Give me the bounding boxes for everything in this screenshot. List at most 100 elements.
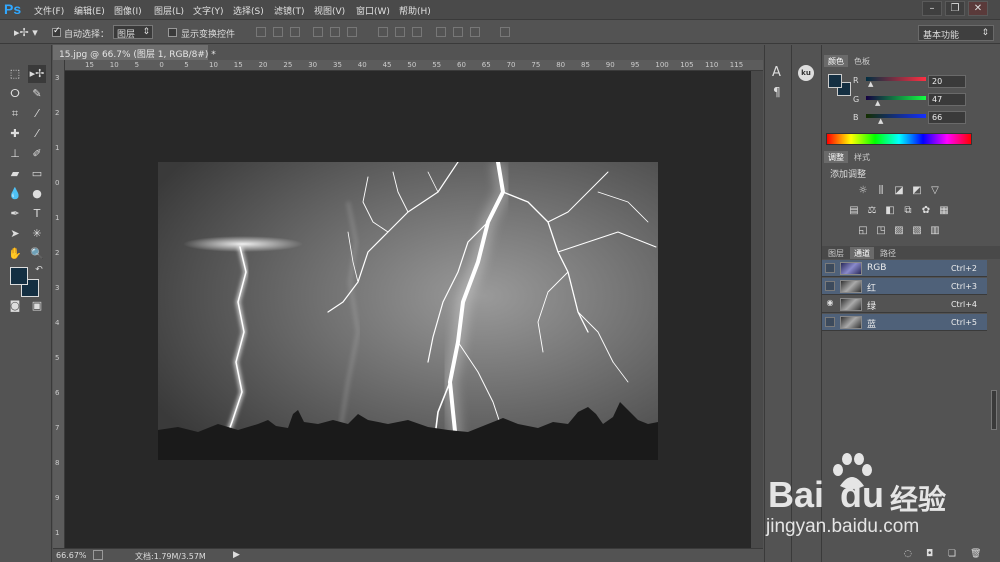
type-tool-icon[interactable]: T — [28, 205, 46, 223]
menu-file[interactable]: 文件(F) — [34, 4, 64, 17]
marquee-tool-icon[interactable]: ⬚ — [6, 65, 24, 83]
distribute-vcenter-icon[interactable] — [395, 27, 405, 37]
eyedropper-tool-icon[interactable]: ⁄ — [28, 105, 46, 123]
gradient-tool-icon[interactable]: ▭ — [28, 165, 46, 183]
color-fg-swatch[interactable] — [828, 74, 842, 88]
shape-tool-icon[interactable]: ✳ — [28, 225, 46, 243]
vertical-ruler[interactable]: 3 2 1 0 1 2 3 4 5 6 7 8 9 1 — [53, 60, 65, 548]
pen-tool-icon[interactable]: ✒ — [6, 205, 24, 223]
channel-row-red[interactable]: 红 Ctrl+3 — [822, 278, 987, 295]
menu-help[interactable]: 帮助(H) — [399, 4, 431, 17]
distribute-left-icon[interactable] — [436, 27, 446, 37]
align-right-icon[interactable] — [347, 27, 357, 37]
lasso-tool-icon[interactable]: ⵔ — [6, 85, 24, 103]
menu-edit[interactable]: 编辑(E) — [74, 4, 105, 17]
channel-row-blue[interactable]: 蓝 Ctrl+5 — [822, 314, 987, 331]
tab-styles[interactable]: 样式 — [850, 151, 874, 163]
r-value-input[interactable]: 20 — [928, 75, 966, 88]
close-icon[interactable]: ✕ — [968, 1, 988, 16]
align-bottom-icon[interactable] — [290, 27, 300, 37]
visibility-toggle-icon[interactable] — [825, 281, 835, 291]
tab-channels[interactable]: 通道 — [850, 247, 874, 259]
restore-icon[interactable]: ❐ — [945, 1, 965, 16]
vibrance-icon[interactable]: ▽ — [929, 185, 941, 197]
color-balance-icon[interactable]: ⚖ — [866, 205, 878, 217]
distribute-right-icon[interactable] — [470, 27, 480, 37]
tab-paths[interactable]: 路径 — [876, 247, 900, 259]
brush-tool-icon[interactable]: ⁄ — [28, 125, 46, 143]
menu-image[interactable]: 图像(I) — [114, 4, 142, 17]
channel-row-green[interactable]: ◉ 绿 Ctrl+4 — [822, 296, 987, 313]
healing-brush-icon[interactable]: ✚ — [6, 125, 24, 143]
distribute-top-icon[interactable] — [378, 27, 388, 37]
b-slider-thumb-icon[interactable]: ▲ — [878, 117, 883, 125]
menu-type[interactable]: 文字(Y) — [193, 4, 224, 17]
status-icon[interactable] — [93, 550, 103, 560]
photo-filter-icon[interactable]: ⧉ — [902, 205, 914, 217]
r-slider-thumb-icon[interactable]: ▲ — [868, 80, 873, 88]
distribute-bottom-icon[interactable] — [412, 27, 422, 37]
g-slider-thumb-icon[interactable]: ▲ — [875, 99, 880, 107]
b-value-input[interactable]: 66 — [928, 111, 966, 124]
tab-swatches[interactable]: 色板 — [850, 55, 874, 67]
hand-tool-icon[interactable]: ✋ — [6, 245, 24, 263]
horizontal-ruler[interactable]: 15 10 5 0 5 10 15 20 25 30 35 40 45 50 55 60 65 70 75 80 85 9… — [65, 60, 763, 71]
menu-select[interactable]: 选择(S) — [233, 4, 264, 17]
workspace-dropdown[interactable]: 基本功能 ⇕ — [918, 25, 994, 41]
channels-scrollbar[interactable] — [991, 390, 997, 430]
history-brush-icon[interactable]: ✐ — [28, 145, 46, 163]
auto-select-dropdown[interactable]: 图层 ⇕ — [113, 25, 153, 40]
visibility-toggle-icon[interactable] — [825, 317, 835, 327]
document-tab[interactable]: 15.jpg @ 66.7% (图层 1, RGB/8#) * — [53, 45, 216, 60]
align-left-icon[interactable] — [313, 27, 323, 37]
align-top-icon[interactable] — [256, 27, 266, 37]
invert-icon[interactable]: ◱ — [857, 225, 869, 237]
move-tool-icon[interactable]: ▸✢ ▾ — [14, 26, 38, 39]
align-vcenter-icon[interactable] — [273, 27, 283, 37]
screen-mode-icon[interactable]: ▣ — [28, 297, 46, 315]
hue-sat-icon[interactable]: ▤ — [848, 205, 860, 217]
auto-select-checkbox[interactable]: ✓ — [52, 26, 61, 37]
show-transform-checkbox[interactable] — [168, 28, 177, 37]
eye-icon[interactable]: ◉ — [825, 299, 835, 309]
crop-tool-icon[interactable]: ⌗ — [6, 105, 24, 123]
posterize-icon[interactable]: ◳ — [875, 225, 887, 237]
selective-color-icon[interactable]: ▧ — [911, 225, 923, 237]
menu-layer[interactable]: 图层(L) — [154, 4, 184, 17]
levels-icon[interactable]: ⫼ — [875, 185, 887, 197]
clone-stamp-icon[interactable]: ⊥ — [6, 145, 24, 163]
menu-filter[interactable]: 滤镜(T) — [274, 4, 305, 17]
quick-mask-icon[interactable]: ◙ — [6, 297, 24, 315]
channel-row-rgb[interactable]: RGB Ctrl+2 — [822, 260, 987, 277]
g-value-input[interactable]: 47 — [928, 93, 966, 106]
menu-view[interactable]: 视图(V) — [314, 4, 345, 17]
quick-select-tool-icon[interactable]: ✎ — [28, 85, 46, 103]
auto-align-icon[interactable] — [500, 27, 510, 37]
menu-window[interactable]: 窗口(W) — [356, 4, 390, 17]
tab-layers[interactable]: 图层 — [824, 247, 848, 259]
black-white-icon[interactable]: ◧ — [884, 205, 896, 217]
blur-tool-icon[interactable]: 💧 — [6, 185, 24, 203]
color-lookup-icon[interactable]: ▦ — [938, 205, 950, 217]
minimize-icon[interactable]: – — [922, 1, 942, 16]
brightness-icon[interactable]: ☼ — [857, 185, 869, 197]
curves-icon[interactable]: ◪ — [893, 185, 905, 197]
kuler-icon[interactable]: ku — [798, 65, 814, 81]
visibility-toggle-icon[interactable] — [825, 263, 835, 273]
dodge-tool-icon[interactable]: ● — [28, 185, 46, 203]
paragraph-panel-icon[interactable]: ¶ — [773, 85, 781, 99]
b-slider[interactable] — [866, 114, 926, 118]
character-panel-icon[interactable]: A — [772, 65, 781, 80]
align-hcenter-icon[interactable] — [330, 27, 340, 37]
tab-color[interactable]: 颜色 — [824, 55, 848, 67]
eraser-tool-icon[interactable]: ▰ — [6, 165, 24, 183]
r-slider[interactable] — [866, 77, 926, 81]
swap-colors-icon[interactable]: ↶ — [30, 261, 48, 279]
move-tool-icon[interactable]: ▸✢ — [28, 65, 46, 83]
lightning-image[interactable] — [158, 162, 658, 460]
threshold-icon[interactable]: ▨ — [893, 225, 905, 237]
tab-adjustments[interactable]: 调整 — [824, 151, 848, 163]
exposure-icon[interactable]: ◩ — [911, 185, 923, 197]
foreground-color-swatch[interactable] — [10, 267, 28, 285]
gradient-map-icon[interactable]: ▥ — [929, 225, 941, 237]
